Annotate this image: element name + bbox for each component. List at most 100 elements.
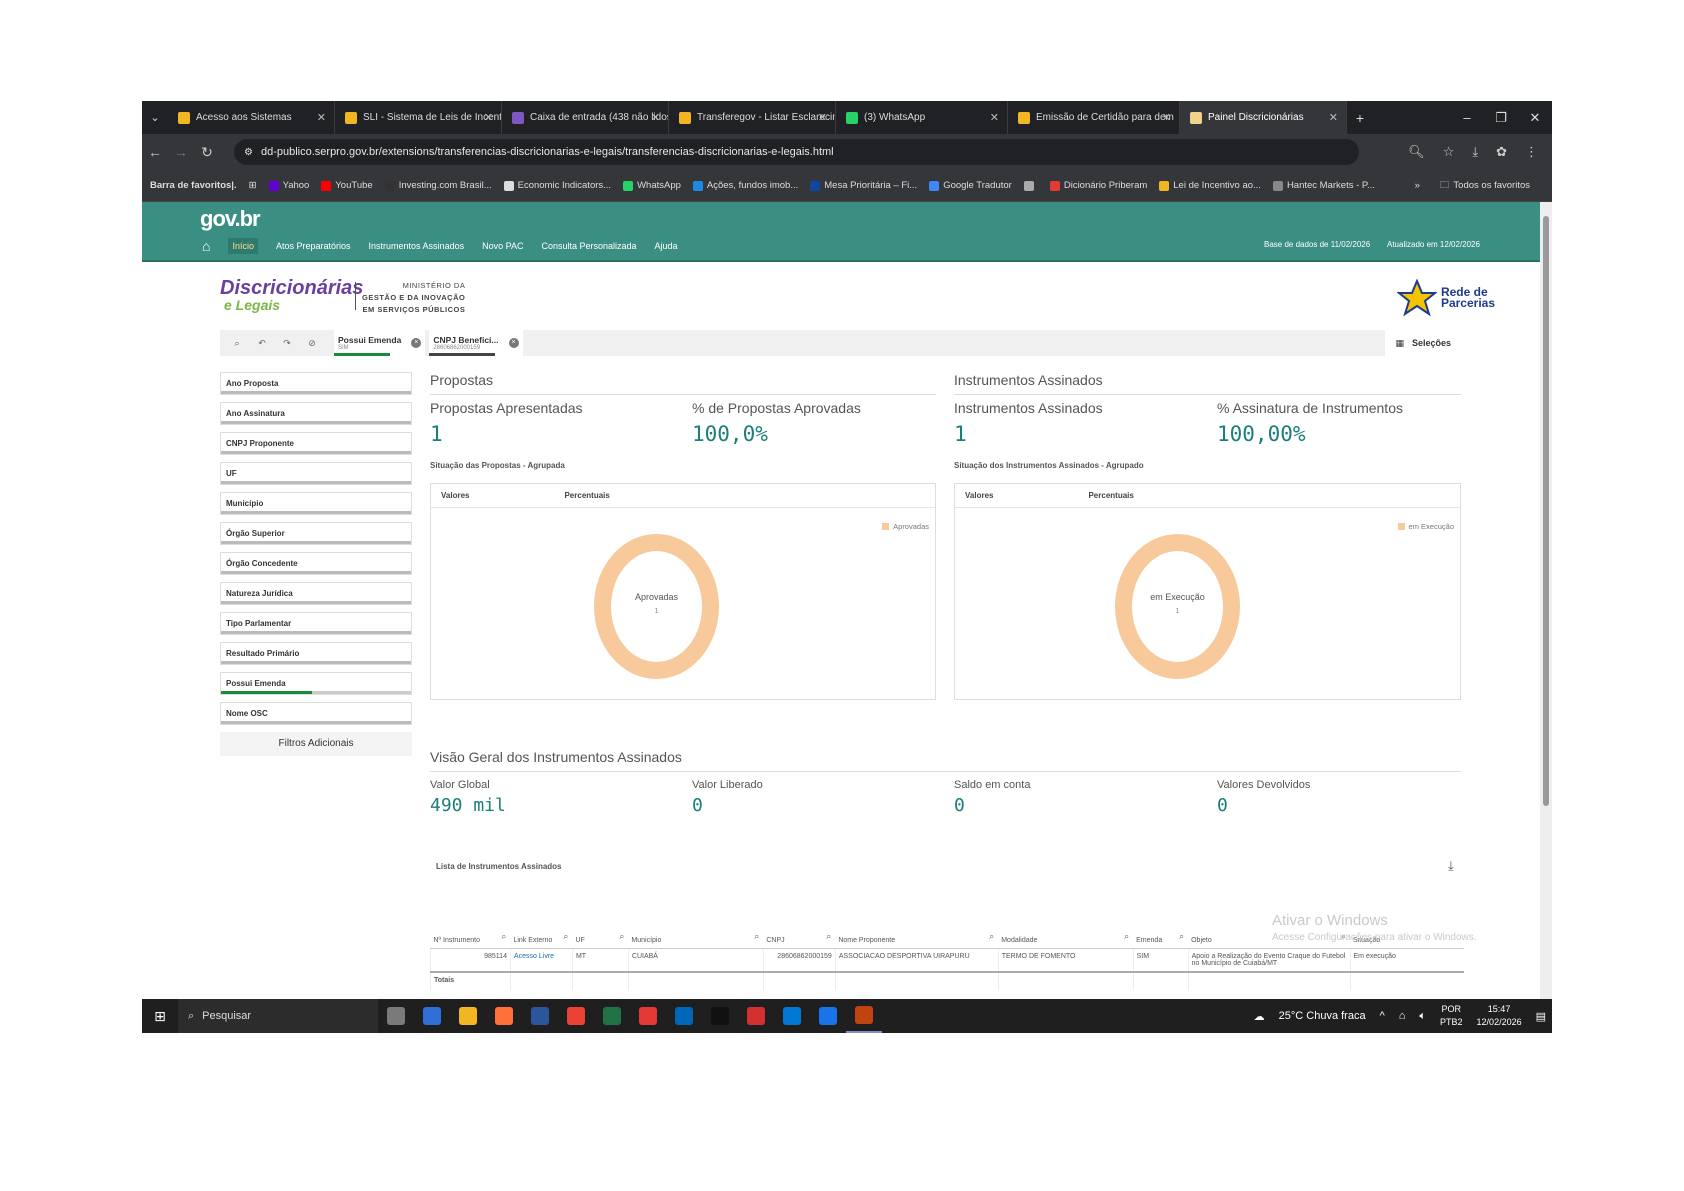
browser-tab[interactable]: Emissão de Certidão para dem ✕ — [1008, 101, 1180, 134]
tab-valores[interactable]: Valores — [965, 491, 993, 500]
nav-novo-pac[interactable]: Novo PAC — [482, 241, 523, 251]
selections-button[interactable]: ▦ Seleções — [1385, 330, 1461, 356]
browser-tab[interactable]: SLI - Sistema de Leis de Incenti ✕ — [335, 101, 502, 134]
filter-listbox[interactable]: Possui Emenda — [220, 672, 412, 695]
column-header[interactable]: CNPJ ⌕ — [763, 922, 836, 949]
windows-start-icon[interactable]: ⊞ — [142, 1008, 178, 1025]
taskbar-app-icon[interactable] — [810, 999, 846, 1033]
smart-search-icon[interactable]: ⌕ — [229, 338, 245, 349]
taskbar-app-icon[interactable] — [666, 999, 702, 1033]
selection-chip-cnpj[interactable]: CNPJ Benefici... 28606862000159 × — [429, 330, 523, 356]
language-indicator[interactable]: POR PTB2 — [1440, 1003, 1463, 1029]
taskbar-app-icon[interactable] — [414, 999, 450, 1033]
nav-consulta-personalizada[interactable]: Consulta Personalizada — [541, 241, 636, 251]
column-search-icon[interactable]: ⌕ — [619, 931, 624, 942]
nav-inicio[interactable]: Início — [228, 238, 258, 254]
close-tab-icon[interactable]: ✕ — [317, 111, 326, 124]
browser-tab[interactable]: Painel Discricionárias ✕ — [1180, 101, 1347, 134]
taskbar-app-icon[interactable] — [846, 999, 882, 1033]
taskbar-app-icon[interactable] — [522, 999, 558, 1033]
bookmark-item[interactable]: Ações, fundos imob... — [692, 180, 798, 191]
browser-tab[interactable]: (3) WhatsApp ✕ — [836, 101, 1008, 134]
menu-icon[interactable]: ⋮ — [1525, 144, 1538, 160]
nav-ajuda[interactable]: Ajuda — [655, 241, 678, 251]
taskbar-app-icon[interactable] — [630, 999, 666, 1033]
taskbar-app-icon[interactable] — [738, 999, 774, 1033]
notifications-icon[interactable]: ▤ — [1536, 1010, 1546, 1023]
table-row[interactable]: 985114 Acesso Livre MT CUIABÁ 28606862000159… — [430, 948, 1464, 972]
weather-text[interactable]: 25°C Chuva fraca — [1279, 1010, 1366, 1022]
propostas-donut-chart[interactable]: Valores Percentuais Aprovadas Aprovadas 1 — [430, 483, 936, 700]
browser-tab[interactable]: Acesso aos Sistemas ✕ — [168, 101, 335, 134]
taskbar-app-icon[interactable] — [486, 999, 522, 1033]
close-tab-icon[interactable]: ✕ — [818, 111, 827, 124]
filter-listbox[interactable]: Tipo Parlamentar — [220, 612, 412, 635]
close-tab-icon[interactable]: ✕ — [651, 111, 660, 124]
bookmark-item[interactable]: YouTube — [321, 180, 373, 191]
filter-listbox[interactable]: Resultado Primário — [220, 642, 412, 665]
bookmark-item[interactable]: Google Tradutor — [929, 180, 1012, 191]
close-tab-icon[interactable]: ✕ — [1329, 111, 1338, 124]
browser-tab[interactable]: Caixa de entrada (438 não lidos ✕ — [502, 101, 669, 134]
new-tab-button[interactable]: + — [1347, 110, 1373, 126]
tab-valores[interactable]: Valores — [441, 491, 469, 500]
remove-selection-icon[interactable]: × — [411, 338, 422, 348]
selection-chip-possui-emenda[interactable]: Possui Emenda SIM × — [334, 330, 426, 356]
external-link[interactable]: Acesso Livre — [514, 953, 554, 960]
bookmark-star-icon[interactable]: ☆ — [1443, 144, 1455, 160]
extensions-icon[interactable]: ✿ — [1496, 144, 1507, 160]
close-tab-icon[interactable]: ✕ — [990, 111, 999, 124]
more-bookmarks-icon[interactable]: » — [1415, 180, 1420, 191]
clock[interactable]: 15:47 12/02/2026 — [1477, 1003, 1522, 1029]
site-info-icon[interactable]: ⚙ — [244, 147, 253, 158]
bookmark-item[interactable]: Hantec Markets - P... — [1272, 180, 1375, 191]
filter-listbox[interactable]: CNPJ Proponente — [220, 432, 412, 455]
remove-selection-icon[interactable]: × — [508, 338, 519, 348]
bookmark-item[interactable]: Lei de Incentivo ao... — [1159, 180, 1261, 191]
bookmark-item[interactable]: WhatsApp — [623, 180, 681, 191]
taskbar-app-icon[interactable] — [378, 999, 414, 1033]
zoom-icon[interactable]: 🔍︎ — [1408, 144, 1425, 160]
step-back-icon[interactable]: ↶ — [254, 338, 270, 349]
clear-selections-icon[interactable]: ⊘ — [304, 338, 320, 349]
bookmark-item[interactable]: Mesa Prioritária – Fi... — [810, 180, 917, 191]
browser-tab[interactable]: Transferegov - Listar Esclarecim ✕ — [669, 101, 836, 134]
export-download-icon[interactable]: ⤓ — [1448, 858, 1454, 874]
taskbar-app-icon[interactable] — [450, 999, 486, 1033]
filter-listbox[interactable]: Natureza Jurídica — [220, 582, 412, 605]
filter-listbox[interactable]: Órgão Concedente — [220, 552, 412, 575]
bookmark-item[interactable] — [1023, 180, 1038, 191]
apps-icon[interactable]: ⊞ — [249, 180, 257, 191]
filter-listbox[interactable]: Nome OSC — [220, 702, 412, 725]
table-cell[interactable]: Acesso Livre — [509, 948, 573, 972]
column-header[interactable]: Emenda ⌕ — [1133, 922, 1189, 949]
tab-percentuais[interactable]: Percentuais — [564, 491, 609, 500]
filter-listbox[interactable]: UF — [220, 462, 412, 485]
column-header[interactable]: Nº Instrumento ⌕ — [430, 922, 511, 949]
all-bookmarks-button[interactable]: 🗀 Todos os favoritos — [1440, 178, 1530, 194]
close-tab-icon[interactable]: ✕ — [1162, 111, 1171, 124]
weather-icon[interactable]: ☁ — [1254, 1010, 1265, 1023]
column-search-icon[interactable]: ⌕ — [563, 931, 568, 942]
restore-button[interactable]: ❐ — [1484, 110, 1518, 126]
taskbar-search[interactable]: ⌕ Pesquisar — [178, 999, 378, 1033]
column-search-icon[interactable]: ⌕ — [1124, 931, 1129, 942]
filter-listbox[interactable]: Órgão Superior — [220, 522, 412, 545]
taskbar-app-icon[interactable] — [594, 999, 630, 1033]
bookmark-item[interactable]: Yahoo — [268, 180, 309, 191]
reload-button[interactable]: ↻ — [194, 144, 220, 161]
tab-percentuais[interactable]: Percentuais — [1088, 491, 1133, 500]
bookmark-item[interactable]: Dicionário Priberam — [1049, 180, 1147, 191]
forward-button[interactable]: → — [168, 144, 194, 160]
column-search-icon[interactable]: ⌕ — [501, 931, 506, 942]
gov-logo[interactable]: gov.br — [200, 206, 261, 232]
taskbar-app-icon[interactable] — [558, 999, 594, 1033]
url-field[interactable]: ⚙ dd-publico.serpro.gov.br/extensions/tr… — [234, 139, 1359, 165]
column-header[interactable]: Nome Proponente ⌕ — [835, 922, 999, 949]
chart-legend[interactable]: Aprovadas — [882, 522, 929, 531]
bookmark-item[interactable]: Economic Indicators... — [503, 180, 611, 191]
filter-listbox[interactable]: Município — [220, 492, 412, 515]
back-button[interactable]: ← — [142, 144, 168, 160]
taskbar-app-icon[interactable] — [702, 999, 738, 1033]
instrumentos-donut-chart[interactable]: Valores Percentuais em Execução em Execuç… — [954, 483, 1461, 700]
